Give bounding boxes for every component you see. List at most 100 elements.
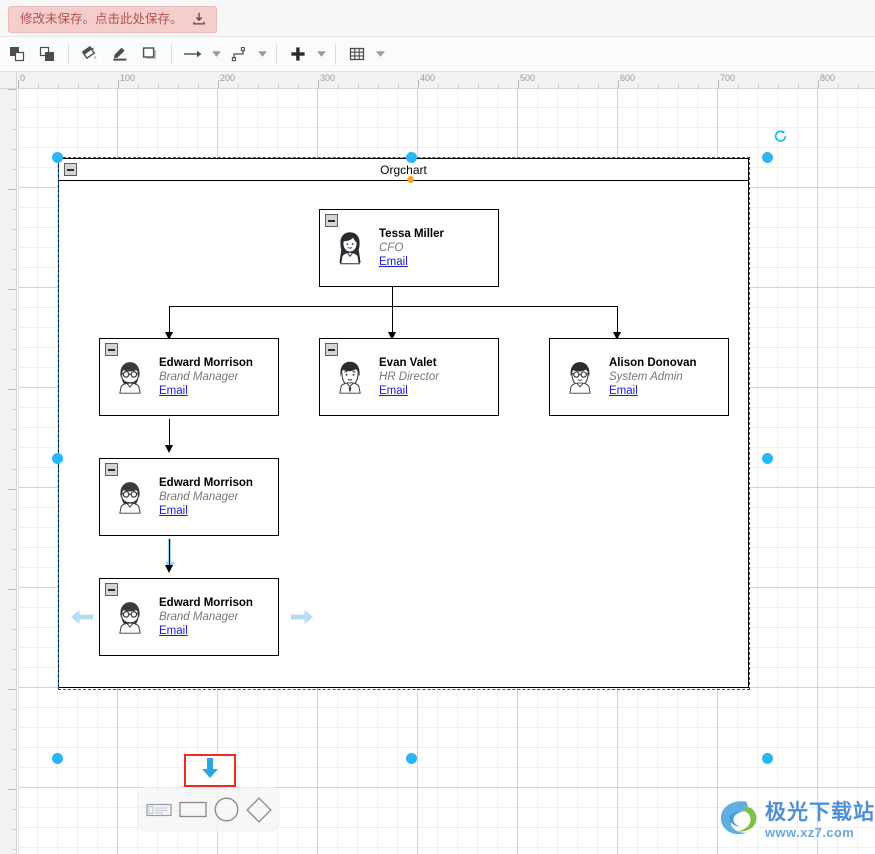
shadow-button[interactable] xyxy=(135,39,165,69)
node-name: Evan Valet xyxy=(379,356,437,369)
arrow-left-icon[interactable] xyxy=(70,609,94,630)
ruler-tick xyxy=(12,309,16,310)
resize-handle-e[interactable] xyxy=(762,453,773,464)
horizontal-ruler[interactable]: 0 100 200 300 400 500 600 700 800 xyxy=(0,72,875,89)
node-evan-valet[interactable]: Evan Valet HR Director Email xyxy=(319,338,499,416)
orgchart-collapse-button[interactable] xyxy=(64,163,77,176)
line-style-dropdown[interactable] xyxy=(208,39,224,69)
node-edward-morrison-2[interactable]: Edward Morrison Brand Manager Email xyxy=(99,458,279,536)
ruler-tick xyxy=(12,449,16,450)
connector-edward1-edward2 xyxy=(169,419,171,448)
ruler-tick xyxy=(12,469,16,470)
toolbar-group-arrange xyxy=(2,39,62,69)
ruler-minor-tick xyxy=(778,84,779,88)
rotate-icon[interactable] xyxy=(773,129,788,149)
bearded-man-glasses-avatar xyxy=(109,596,151,638)
line-style-button[interactable] xyxy=(178,39,208,69)
node-collapse-button[interactable] xyxy=(325,343,338,356)
arrow-right-icon[interactable] xyxy=(290,609,314,630)
waypoints-dropdown[interactable] xyxy=(254,39,270,69)
ruler-tick xyxy=(12,509,16,510)
resize-handle-s[interactable] xyxy=(406,753,417,764)
ruler-tick xyxy=(12,169,16,170)
label-handle-dot[interactable] xyxy=(407,176,414,183)
resize-handle-ne[interactable] xyxy=(762,152,773,163)
ruler-minor-tick xyxy=(298,84,299,88)
ruler-minor-tick xyxy=(38,84,39,88)
page-boundary xyxy=(18,89,19,854)
ruler-minor-tick xyxy=(158,84,159,88)
line-color-button[interactable] xyxy=(105,39,135,69)
ruler-tick xyxy=(12,709,16,710)
node-name: Edward Morrison xyxy=(159,596,253,609)
arrowhead-edward2 xyxy=(165,445,173,453)
ruler-tick xyxy=(12,329,16,330)
diamond-shape-icon[interactable] xyxy=(246,796,273,823)
ruler-tick xyxy=(318,80,319,88)
ruler-minor-tick xyxy=(78,84,79,88)
ruler-minor-tick xyxy=(538,84,539,88)
ruler-tick xyxy=(8,289,16,290)
save-banner-bar: 修改未保存。点击此处保存。 xyxy=(0,0,875,37)
node-email-link[interactable]: Email xyxy=(609,384,697,398)
vertical-ruler[interactable] xyxy=(0,72,17,854)
connector-to-alison xyxy=(617,306,619,335)
diagram-canvas[interactable]: Orgchart Tessa Miller CFO Email Edward M… xyxy=(18,89,875,854)
ruler-tick xyxy=(8,689,16,690)
node-collapse-button[interactable] xyxy=(105,463,118,476)
toolbar-group-table xyxy=(342,39,388,69)
toolbar-group-insert xyxy=(283,39,329,69)
ruler-tick xyxy=(12,749,16,750)
node-collapse-button[interactable] xyxy=(105,583,118,596)
ruler-minor-tick xyxy=(658,84,659,88)
ruler-label: 700 xyxy=(720,73,736,83)
shape-picker-popup[interactable] xyxy=(138,787,280,832)
insert-button[interactable] xyxy=(283,39,313,69)
ruler-tick xyxy=(12,269,16,270)
node-collapse-button[interactable] xyxy=(105,343,118,356)
ruler-tick xyxy=(8,489,16,490)
ruler-tick xyxy=(8,89,16,90)
node-alison-donovan[interactable]: Alison Donovan System Admin Email xyxy=(549,338,729,416)
ruler-minor-tick xyxy=(358,84,359,88)
ruler-label: 500 xyxy=(520,73,536,83)
node-name: Alison Donovan xyxy=(609,356,697,369)
fill-color-button[interactable] xyxy=(75,39,105,69)
table-button[interactable] xyxy=(342,39,372,69)
insert-dropdown[interactable] xyxy=(313,39,329,69)
note-shape-icon[interactable] xyxy=(146,802,172,818)
ruler-tick xyxy=(12,729,16,730)
table-dropdown[interactable] xyxy=(372,39,388,69)
ruler-minor-tick xyxy=(378,84,379,88)
woman-long-hair-avatar xyxy=(329,227,371,269)
ruler-tick xyxy=(818,80,819,88)
node-tessa-miller[interactable]: Tessa Miller CFO Email xyxy=(319,209,499,287)
node-name: Edward Morrison xyxy=(159,476,253,489)
node-edward-morrison-3[interactable]: Edward Morrison Brand Manager Email xyxy=(99,578,279,656)
rectangle-shape-icon[interactable] xyxy=(179,801,207,818)
node-email-link[interactable]: Email xyxy=(159,504,253,518)
node-email-link[interactable]: Email xyxy=(159,384,253,398)
circle-shape-icon[interactable] xyxy=(214,797,239,822)
node-email-link[interactable]: Email xyxy=(379,384,439,398)
node-collapse-button[interactable] xyxy=(325,214,338,227)
resize-handle-nw[interactable] xyxy=(52,152,63,163)
drop-target-box[interactable] xyxy=(184,754,236,787)
unsaved-changes-banner[interactable]: 修改未保存。点击此处保存。 xyxy=(8,6,217,33)
ruler-tick xyxy=(12,609,16,610)
ruler-minor-tick xyxy=(598,84,599,88)
resize-handle-se[interactable] xyxy=(762,753,773,764)
node-email-link[interactable]: Email xyxy=(159,624,253,638)
to-back-button[interactable] xyxy=(32,39,62,69)
waypoints-button[interactable] xyxy=(224,39,254,69)
download-icon[interactable] xyxy=(192,12,206,26)
resize-handle-w[interactable] xyxy=(52,453,63,464)
resize-handle-sw[interactable] xyxy=(52,753,63,764)
to-front-button[interactable] xyxy=(2,39,32,69)
ruler-minor-tick xyxy=(798,84,799,88)
node-email-link[interactable]: Email xyxy=(379,255,444,269)
diagram-editor-window: 修改未保存。点击此处保存。 0 100 200 300 400 500 600 … xyxy=(0,0,875,854)
ruler-tick xyxy=(218,80,219,88)
resize-handle-n[interactable] xyxy=(406,152,417,163)
node-edward-morrison-1[interactable]: Edward Morrison Brand Manager Email xyxy=(99,338,279,416)
